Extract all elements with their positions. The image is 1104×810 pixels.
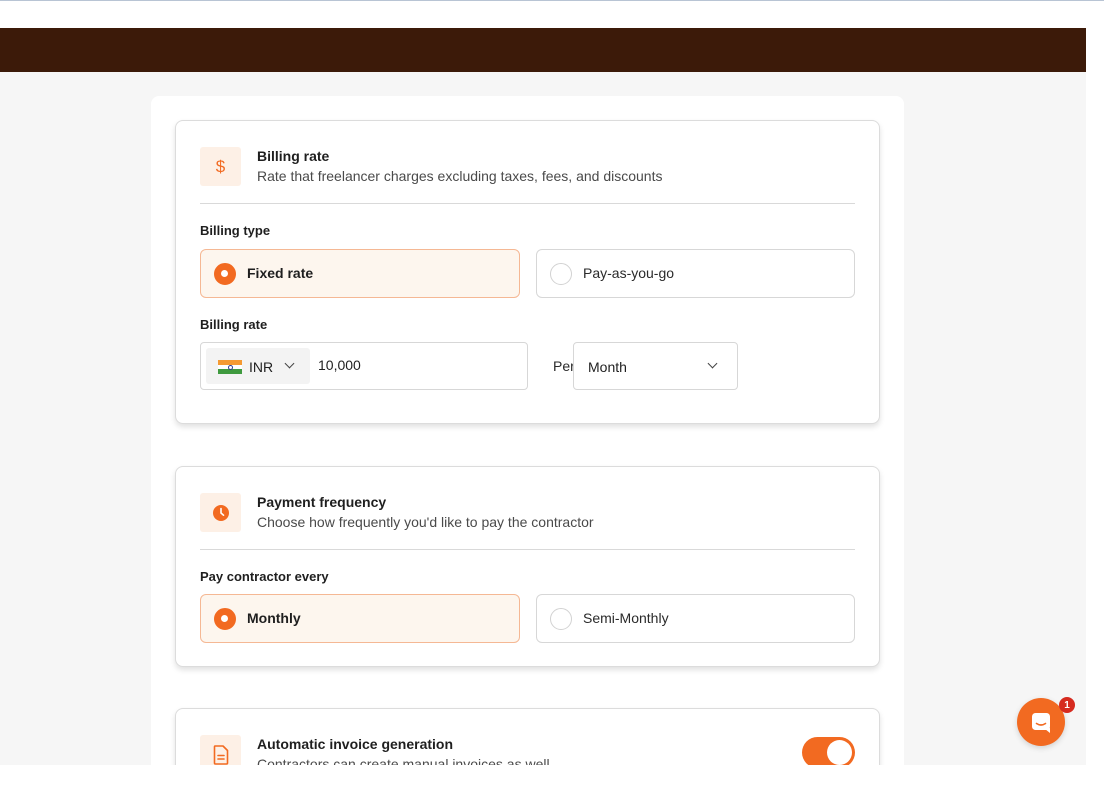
bottom-strip	[0, 765, 1104, 810]
radio-label: Pay-as-you-go	[583, 265, 675, 281]
billing-period-value: Month	[588, 359, 627, 375]
contract-form-panel: $ Billing rate Rate that freelancer char…	[151, 96, 904, 765]
billing-rate-subtitle: Rate that freelancer charges excluding t…	[257, 168, 663, 184]
billing-rate-title: Billing rate	[257, 148, 330, 164]
notification-badge: 1	[1059, 697, 1075, 713]
payment-frequency-header: Payment frequency Choose how frequently …	[200, 493, 855, 550]
payment-frequency-subtitle: Choose how frequently you'd like to pay …	[257, 514, 594, 530]
chat-bubble-icon	[1032, 713, 1050, 733]
radio-label: Semi-Monthly	[583, 610, 669, 626]
automatic-invoice-toggle[interactable]	[802, 737, 855, 765]
radio-label: Monthly	[247, 610, 301, 626]
india-flag-icon	[218, 360, 242, 375]
radio-button-icon	[550, 263, 572, 285]
automatic-invoice-subtitle: Contractors can create manual invoices a…	[257, 756, 550, 765]
radio-button-icon	[214, 263, 236, 285]
payment-frequency-title: Payment frequency	[257, 494, 387, 510]
radio-button-icon	[550, 608, 572, 630]
billing-period-select[interactable]: Month	[573, 342, 738, 390]
chevron-down-icon	[707, 358, 718, 369]
billing-rate-card: $ Billing rate Rate that freelancer char…	[175, 120, 880, 424]
billing-type-pay-as-you-go[interactable]: Pay-as-you-go	[536, 249, 855, 298]
currency-code: INR	[249, 359, 274, 375]
clock-icon	[200, 493, 241, 532]
dollar-icon: $	[200, 147, 241, 186]
currency-select[interactable]: INR	[206, 348, 310, 384]
chevron-down-icon	[284, 358, 295, 369]
frequency-semi-monthly[interactable]: Semi-Monthly	[536, 594, 855, 643]
right-gutter	[1086, 28, 1104, 765]
brand-header-bar	[0, 28, 1086, 72]
top-strip	[0, 1, 1104, 28]
frequency-monthly[interactable]: Monthly	[200, 594, 520, 643]
rate-amount-field[interactable]: 10,000	[318, 357, 361, 373]
payment-frequency-card: Payment frequency Choose how frequently …	[175, 466, 880, 667]
chat-launcher-button[interactable]	[1017, 698, 1065, 746]
radio-button-icon	[214, 608, 236, 630]
automatic-invoice-title: Automatic invoice generation	[257, 736, 454, 752]
document-icon	[200, 735, 241, 765]
automatic-invoice-header: Automatic invoice generation Contractors…	[200, 735, 855, 765]
billing-rate-input: INR 10,000	[200, 342, 528, 390]
dollar-glyph: $	[215, 156, 226, 176]
pay-contractor-every-label: Pay contractor every	[200, 569, 329, 584]
billing-type-fixed-rate[interactable]: Fixed rate	[200, 249, 520, 298]
page-background: $ Billing rate Rate that freelancer char…	[0, 72, 1086, 765]
billing-type-label: Billing type	[200, 223, 271, 238]
automatic-invoice-card: Automatic invoice generation Contractors…	[175, 708, 880, 765]
per-label: Per	[553, 358, 575, 374]
toggle-knob	[827, 740, 852, 765]
billing-rate-label: Billing rate	[200, 317, 268, 332]
billing-rate-header: $ Billing rate Rate that freelancer char…	[200, 147, 855, 204]
radio-label: Fixed rate	[247, 265, 314, 281]
